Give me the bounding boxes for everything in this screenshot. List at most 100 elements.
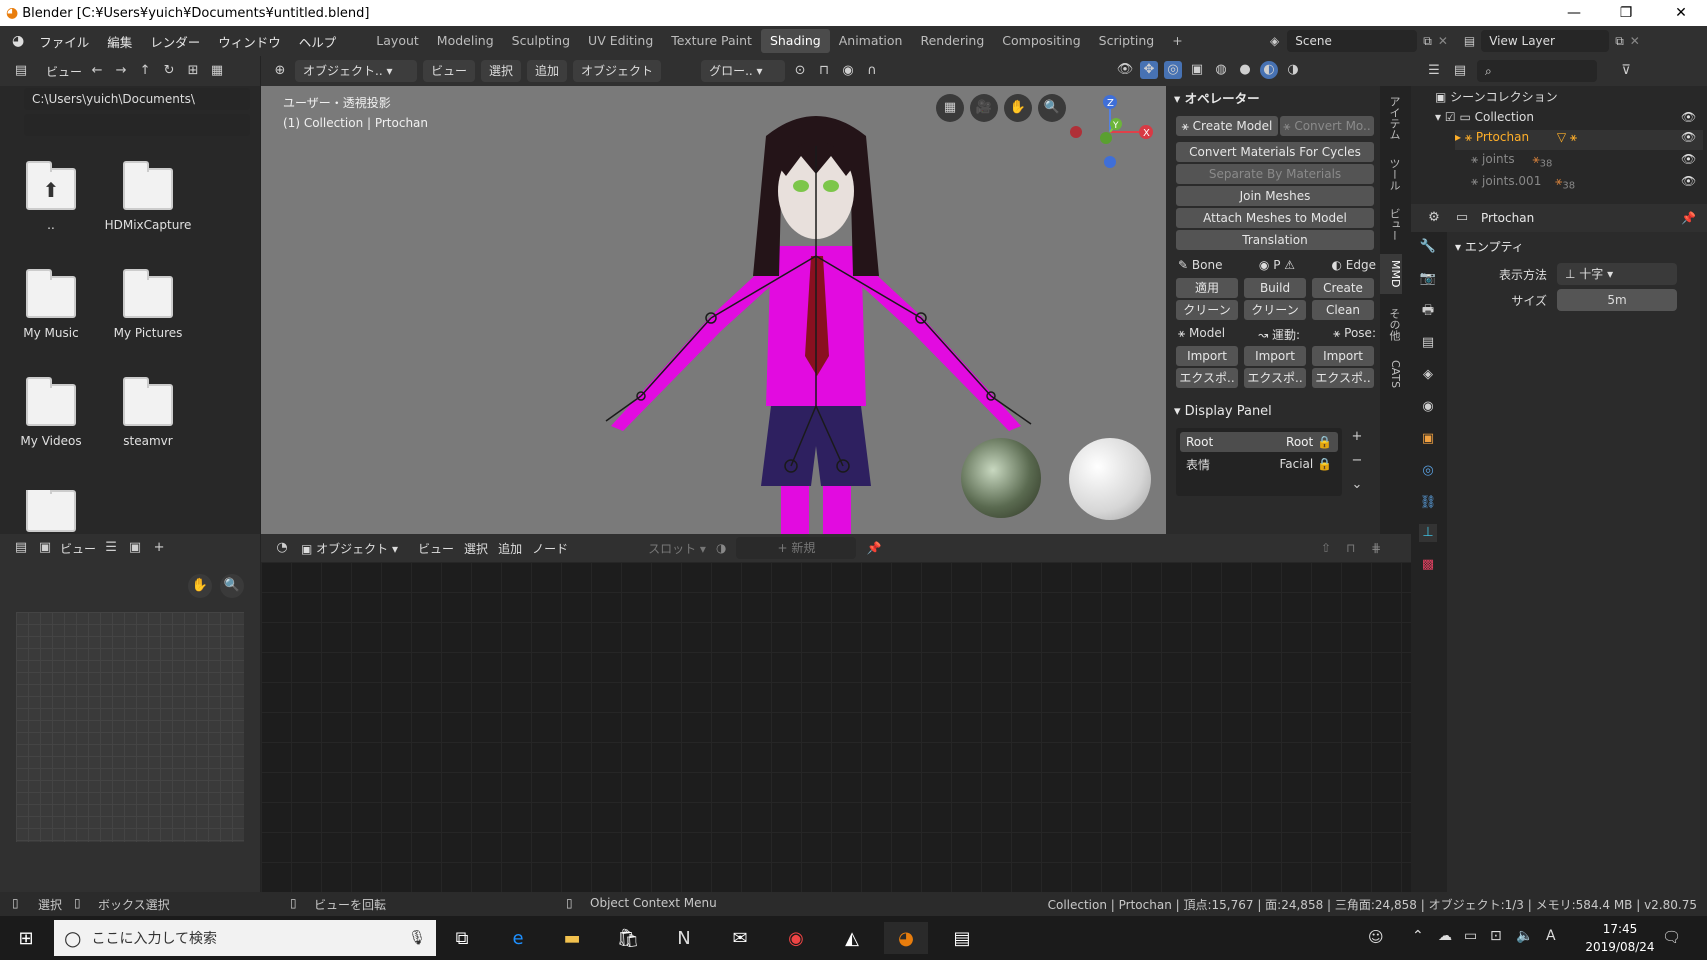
taskbar-search[interactable]: ○ ここに入力して検索 🎙 — [54, 920, 436, 956]
pin-icon[interactable]: 📌 — [1681, 211, 1696, 225]
node-view-menu[interactable]: ビュー — [418, 540, 454, 557]
3d-viewport[interactable]: ユーザー・透視投影 (1) Collection | Prtochan ▦ 🎥 … — [261, 86, 1166, 534]
filebrowser-view-menu[interactable]: ビュー — [46, 63, 82, 80]
render-icon[interactable]: 📷 — [1419, 270, 1437, 288]
transform-orientation-dropdown[interactable]: グロー.. ▾ — [701, 60, 786, 82]
parent-node-tree-icon[interactable]: ⇧ — [1321, 541, 1331, 555]
blender-menu-icon[interactable]: ◕ — [12, 33, 24, 49]
create-model-button[interactable]: ⚹ Create Model — [1176, 116, 1278, 136]
new-image-icon[interactable]: + — [150, 539, 168, 557]
new-folder-icon[interactable]: ⊞ — [184, 62, 202, 80]
start-icon[interactable]: ⊞ — [4, 922, 48, 954]
network-icon[interactable]: ⊡ — [1490, 928, 1502, 944]
solid-shading-icon[interactable]: ● — [1236, 61, 1254, 79]
convert-materials-button[interactable]: Convert Materials For Cycles — [1176, 142, 1374, 162]
axis-neg-y[interactable] — [1100, 132, 1112, 144]
folder-my-videos[interactable]: My Videos — [6, 377, 96, 448]
output-icon[interactable]: 🖶 — [1419, 302, 1437, 320]
attach-meshes-button[interactable]: Attach Meshes to Model — [1176, 208, 1374, 228]
world-icon[interactable]: ◉ — [1419, 398, 1437, 416]
node-mode-dropdown[interactable]: ▣ オブジェクト ▾ — [301, 540, 398, 557]
pivot-icon[interactable]: ⊙ — [791, 62, 809, 80]
xray-icon[interactable]: ▣ — [1188, 61, 1206, 79]
display-item-root[interactable]: Root Root 🔒 — [1180, 432, 1338, 452]
tab-tool[interactable]: ツール — [1380, 154, 1402, 194]
folder-hdmixcapture[interactable]: HDMixCapture — [103, 161, 193, 232]
export-motion-button[interactable]: エクスポ.. — [1244, 368, 1306, 388]
clean-bone-button[interactable]: クリーン — [1176, 300, 1238, 320]
clean-edge-button[interactable]: Clean — [1312, 300, 1374, 320]
battery-icon[interactable]: ▭ — [1464, 928, 1477, 944]
menu-window[interactable]: ウィンドウ — [209, 32, 290, 51]
import-model-button[interactable]: Import — [1176, 346, 1238, 366]
mode-dropdown[interactable]: オブジェクト.. ▾ — [295, 60, 417, 82]
convert-model-button[interactable]: ⚹ Convert Mo.. — [1280, 116, 1374, 136]
refresh-icon[interactable]: ↻ — [160, 62, 178, 80]
export-pose-button[interactable]: エクスポ.. — [1312, 368, 1374, 388]
view-layer-icon[interactable]: ▤ — [1419, 334, 1437, 352]
display-mode-icon[interactable]: ▦ — [208, 62, 226, 80]
display-item-facial[interactable]: 表情 Facial 🔒 — [1180, 454, 1338, 474]
remove-scene-icon[interactable]: ✕ — [1438, 34, 1448, 48]
node-add-menu[interactable]: 追加 — [498, 540, 522, 557]
tab-scripting[interactable]: Scripting — [1090, 29, 1164, 53]
export-model-button[interactable]: エクスポ.. — [1176, 368, 1238, 388]
visibility-icon[interactable]: 👁 — [1116, 61, 1134, 79]
close-button[interactable]: ✕ — [1655, 0, 1707, 26]
chevron-down-icon[interactable]: ⌄ — [1348, 476, 1366, 494]
new-material-button[interactable]: + 新規 — [736, 537, 857, 559]
editor-type-icon[interactable]: ☰ — [1425, 62, 1443, 80]
image-editor[interactable]: ✋ 🔍 — [0, 562, 260, 892]
display-as-dropdown[interactable]: ⊥ 十字 ▾ — [1557, 263, 1677, 285]
tab-other[interactable]: その他 — [1380, 304, 1402, 344]
menu-render[interactable]: レンダー — [141, 32, 209, 51]
ime-indicator[interactable]: A — [1546, 928, 1556, 944]
tool-icon[interactable]: 🔧 — [1419, 238, 1437, 256]
size-field[interactable]: 5m — [1557, 289, 1677, 311]
mail-icon[interactable]: ✉ — [718, 922, 762, 954]
outliner-item-joints[interactable]: ⚹ joints ⚹38 — [1471, 152, 1552, 169]
snap-icon[interactable]: ⊓ — [1346, 541, 1355, 555]
node-node-menu[interactable]: ノード — [532, 540, 568, 557]
outliner-root[interactable]: ▣ シーンコレクション — [1435, 88, 1558, 105]
eye-icon[interactable]: 👁 — [1681, 174, 1696, 188]
rendered-shading-icon[interactable]: ◑ — [1284, 61, 1302, 79]
edge-browser-icon[interactable]: e — [496, 922, 540, 954]
import-motion-button[interactable]: Import — [1244, 346, 1306, 366]
menu-edit[interactable]: 編集 — [98, 32, 141, 51]
tray-chevron-icon[interactable]: ⌃ — [1412, 928, 1424, 944]
axis-neg-z[interactable] — [1104, 156, 1116, 168]
object-menu[interactable]: オブジェクト — [573, 60, 662, 82]
image-canvas[interactable] — [16, 612, 244, 842]
path-field[interactable]: C:\Users\yuich\Documents\ — [24, 88, 250, 110]
chrome-icon[interactable]: ◉ — [774, 922, 818, 954]
lock-icon[interactable]: 🔒 — [1317, 457, 1332, 471]
eye-icon[interactable]: 👁 — [1681, 152, 1696, 166]
blender-taskbar-icon[interactable]: ◕ — [884, 922, 928, 954]
outliner-collection[interactable]: ▾ ☑ ▭ Collection — [1435, 110, 1534, 124]
store-icon[interactable]: 🛍 — [606, 922, 650, 954]
add-workspace-icon[interactable]: + — [1163, 29, 1191, 53]
editor-type-icon[interactable]: ⚙ — [1425, 209, 1443, 227]
select-menu[interactable]: 選択 — [481, 60, 522, 82]
pin-icon[interactable]: 📌 — [866, 541, 881, 555]
folder-steamvr[interactable]: steamvr — [103, 377, 193, 448]
tab-uv-editing[interactable]: UV Editing — [579, 29, 662, 53]
tab-texture-paint[interactable]: Texture Paint — [662, 29, 761, 53]
clean-physics-button[interactable]: クリーン — [1244, 300, 1306, 320]
snap-element-icon[interactable]: ⋕ — [1371, 541, 1381, 555]
separate-by-materials-button[interactable]: Separate By Materials — [1176, 164, 1374, 184]
file-explorer-icon[interactable]: ▬ — [550, 922, 594, 954]
remove-view-layer-icon[interactable]: ✕ — [1630, 34, 1640, 48]
view-menu[interactable]: ビュー — [423, 60, 476, 82]
snap-icon[interactable]: ⊓ — [815, 62, 833, 80]
proportional-edit-icon[interactable]: ◉ — [839, 62, 857, 80]
menu-file[interactable]: ファイル — [30, 32, 98, 51]
tab-compositing[interactable]: Compositing — [993, 29, 1089, 53]
constraint-icon[interactable]: ⛓ — [1419, 494, 1437, 512]
notification-icon[interactable]: 🗨 — [1662, 928, 1681, 946]
tab-view[interactable]: ビュー — [1380, 204, 1402, 244]
task-view-icon[interactable]: ⧉ — [440, 922, 484, 954]
new-scene-icon[interactable]: ⧉ — [1423, 34, 1432, 49]
editor-type-icon[interactable]: ⊕ — [271, 62, 289, 80]
